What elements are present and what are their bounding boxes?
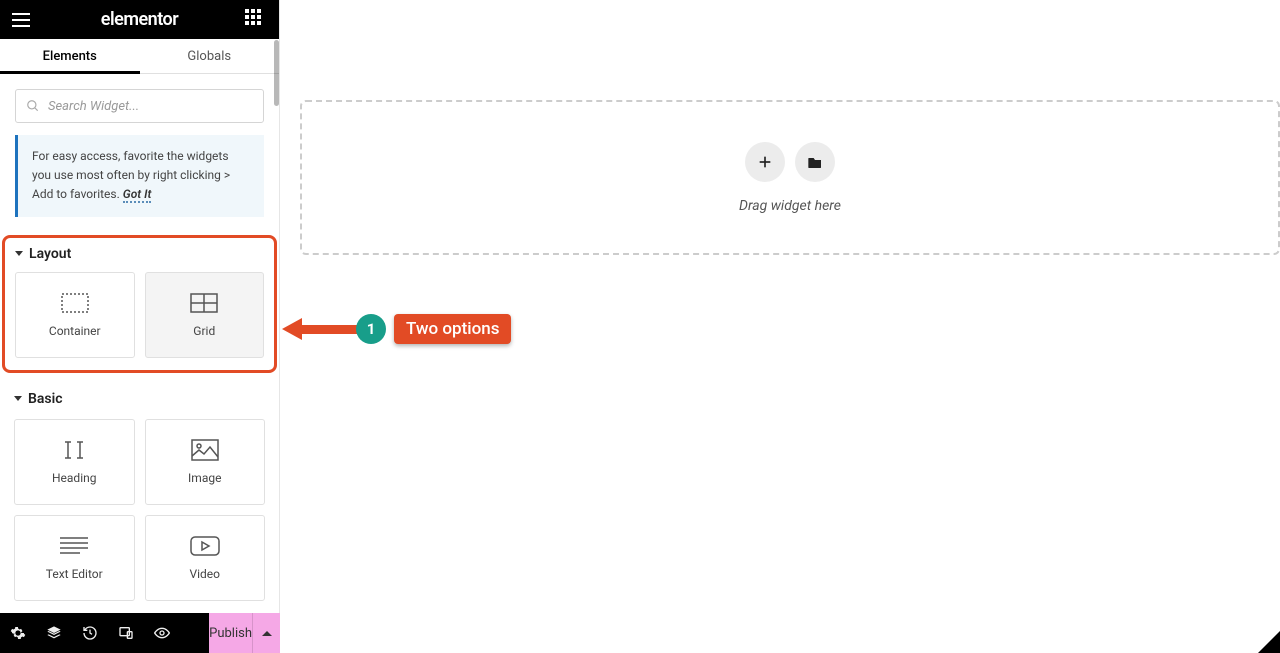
caret-down-icon (15, 251, 23, 256)
elementor-sidebar: elementor Elements Globals For easy acce… (0, 0, 280, 613)
bottom-toolbar: Publish (0, 613, 280, 653)
search-widget-box[interactable] (15, 89, 264, 123)
annotation-step-number: 1 (356, 314, 386, 344)
container-icon (60, 292, 90, 314)
search-input[interactable] (48, 99, 253, 114)
widget-heading[interactable]: Heading (14, 419, 135, 505)
section-basic: Basic Heading Image Text Editor (0, 383, 279, 601)
dropzone-actions (745, 142, 835, 182)
editor-canvas: Drag widget here (300, 100, 1280, 255)
widget-dropzone[interactable]: Drag widget here (300, 100, 1280, 255)
preview-icon[interactable] (144, 613, 180, 653)
tab-elements[interactable]: Elements (0, 39, 140, 73)
layout-widgets: Container Grid (15, 272, 264, 358)
layout-section-title: Layout (29, 246, 71, 262)
section-layout: Layout Container Grid (2, 235, 277, 373)
tutorial-annotation: 1 Two options (282, 314, 511, 344)
dropzone-label: Drag widget here (739, 198, 841, 214)
settings-icon[interactable] (0, 613, 36, 653)
publish-options-caret[interactable] (252, 613, 280, 653)
image-icon (190, 439, 220, 461)
responsive-icon[interactable] (108, 613, 144, 653)
app-title: elementor (101, 9, 178, 30)
caret-down-icon (14, 396, 22, 401)
add-section-button[interactable] (745, 142, 785, 182)
widget-label: Container (49, 324, 101, 338)
widget-text-editor[interactable]: Text Editor (14, 515, 135, 601)
basic-section-title: Basic (28, 391, 63, 407)
history-icon[interactable] (72, 613, 108, 653)
widget-label: Grid (193, 324, 215, 338)
widget-container[interactable]: Container (15, 272, 135, 358)
widget-label: Image (188, 471, 221, 485)
basic-section-toggle[interactable]: Basic (14, 391, 265, 407)
widget-video[interactable]: Video (145, 515, 266, 601)
navigator-icon[interactable] (36, 613, 72, 653)
add-template-button[interactable] (795, 142, 835, 182)
favorites-tip: For easy access, favorite the widgets yo… (15, 135, 264, 217)
layout-section-toggle[interactable]: Layout (15, 246, 264, 262)
corner-triangle (1258, 631, 1280, 653)
menu-icon[interactable] (12, 9, 34, 31)
grid-icon (189, 292, 219, 314)
tab-globals[interactable]: Globals (140, 39, 280, 73)
publish-button[interactable]: Publish (209, 613, 252, 653)
widget-image[interactable]: Image (145, 419, 266, 505)
search-icon (26, 99, 40, 113)
annotation-label: Two options (394, 314, 511, 344)
apps-grid-icon[interactable] (245, 9, 267, 31)
widget-label: Video (189, 567, 220, 581)
panel-tabs: Elements Globals (0, 39, 279, 74)
text-editor-icon (59, 535, 89, 557)
heading-icon (59, 439, 89, 461)
tip-got-it-link[interactable]: Got It (123, 187, 152, 203)
sidebar-header: elementor (0, 0, 279, 39)
widget-grid[interactable]: Grid (145, 272, 265, 358)
sidebar-scrollbar[interactable] (274, 40, 279, 106)
widget-label: Text Editor (46, 567, 103, 581)
video-icon (190, 535, 220, 557)
annotation-arrow (282, 324, 360, 334)
widget-label: Heading (52, 471, 97, 485)
basic-widgets: Heading Image Text Editor Video (14, 419, 265, 601)
